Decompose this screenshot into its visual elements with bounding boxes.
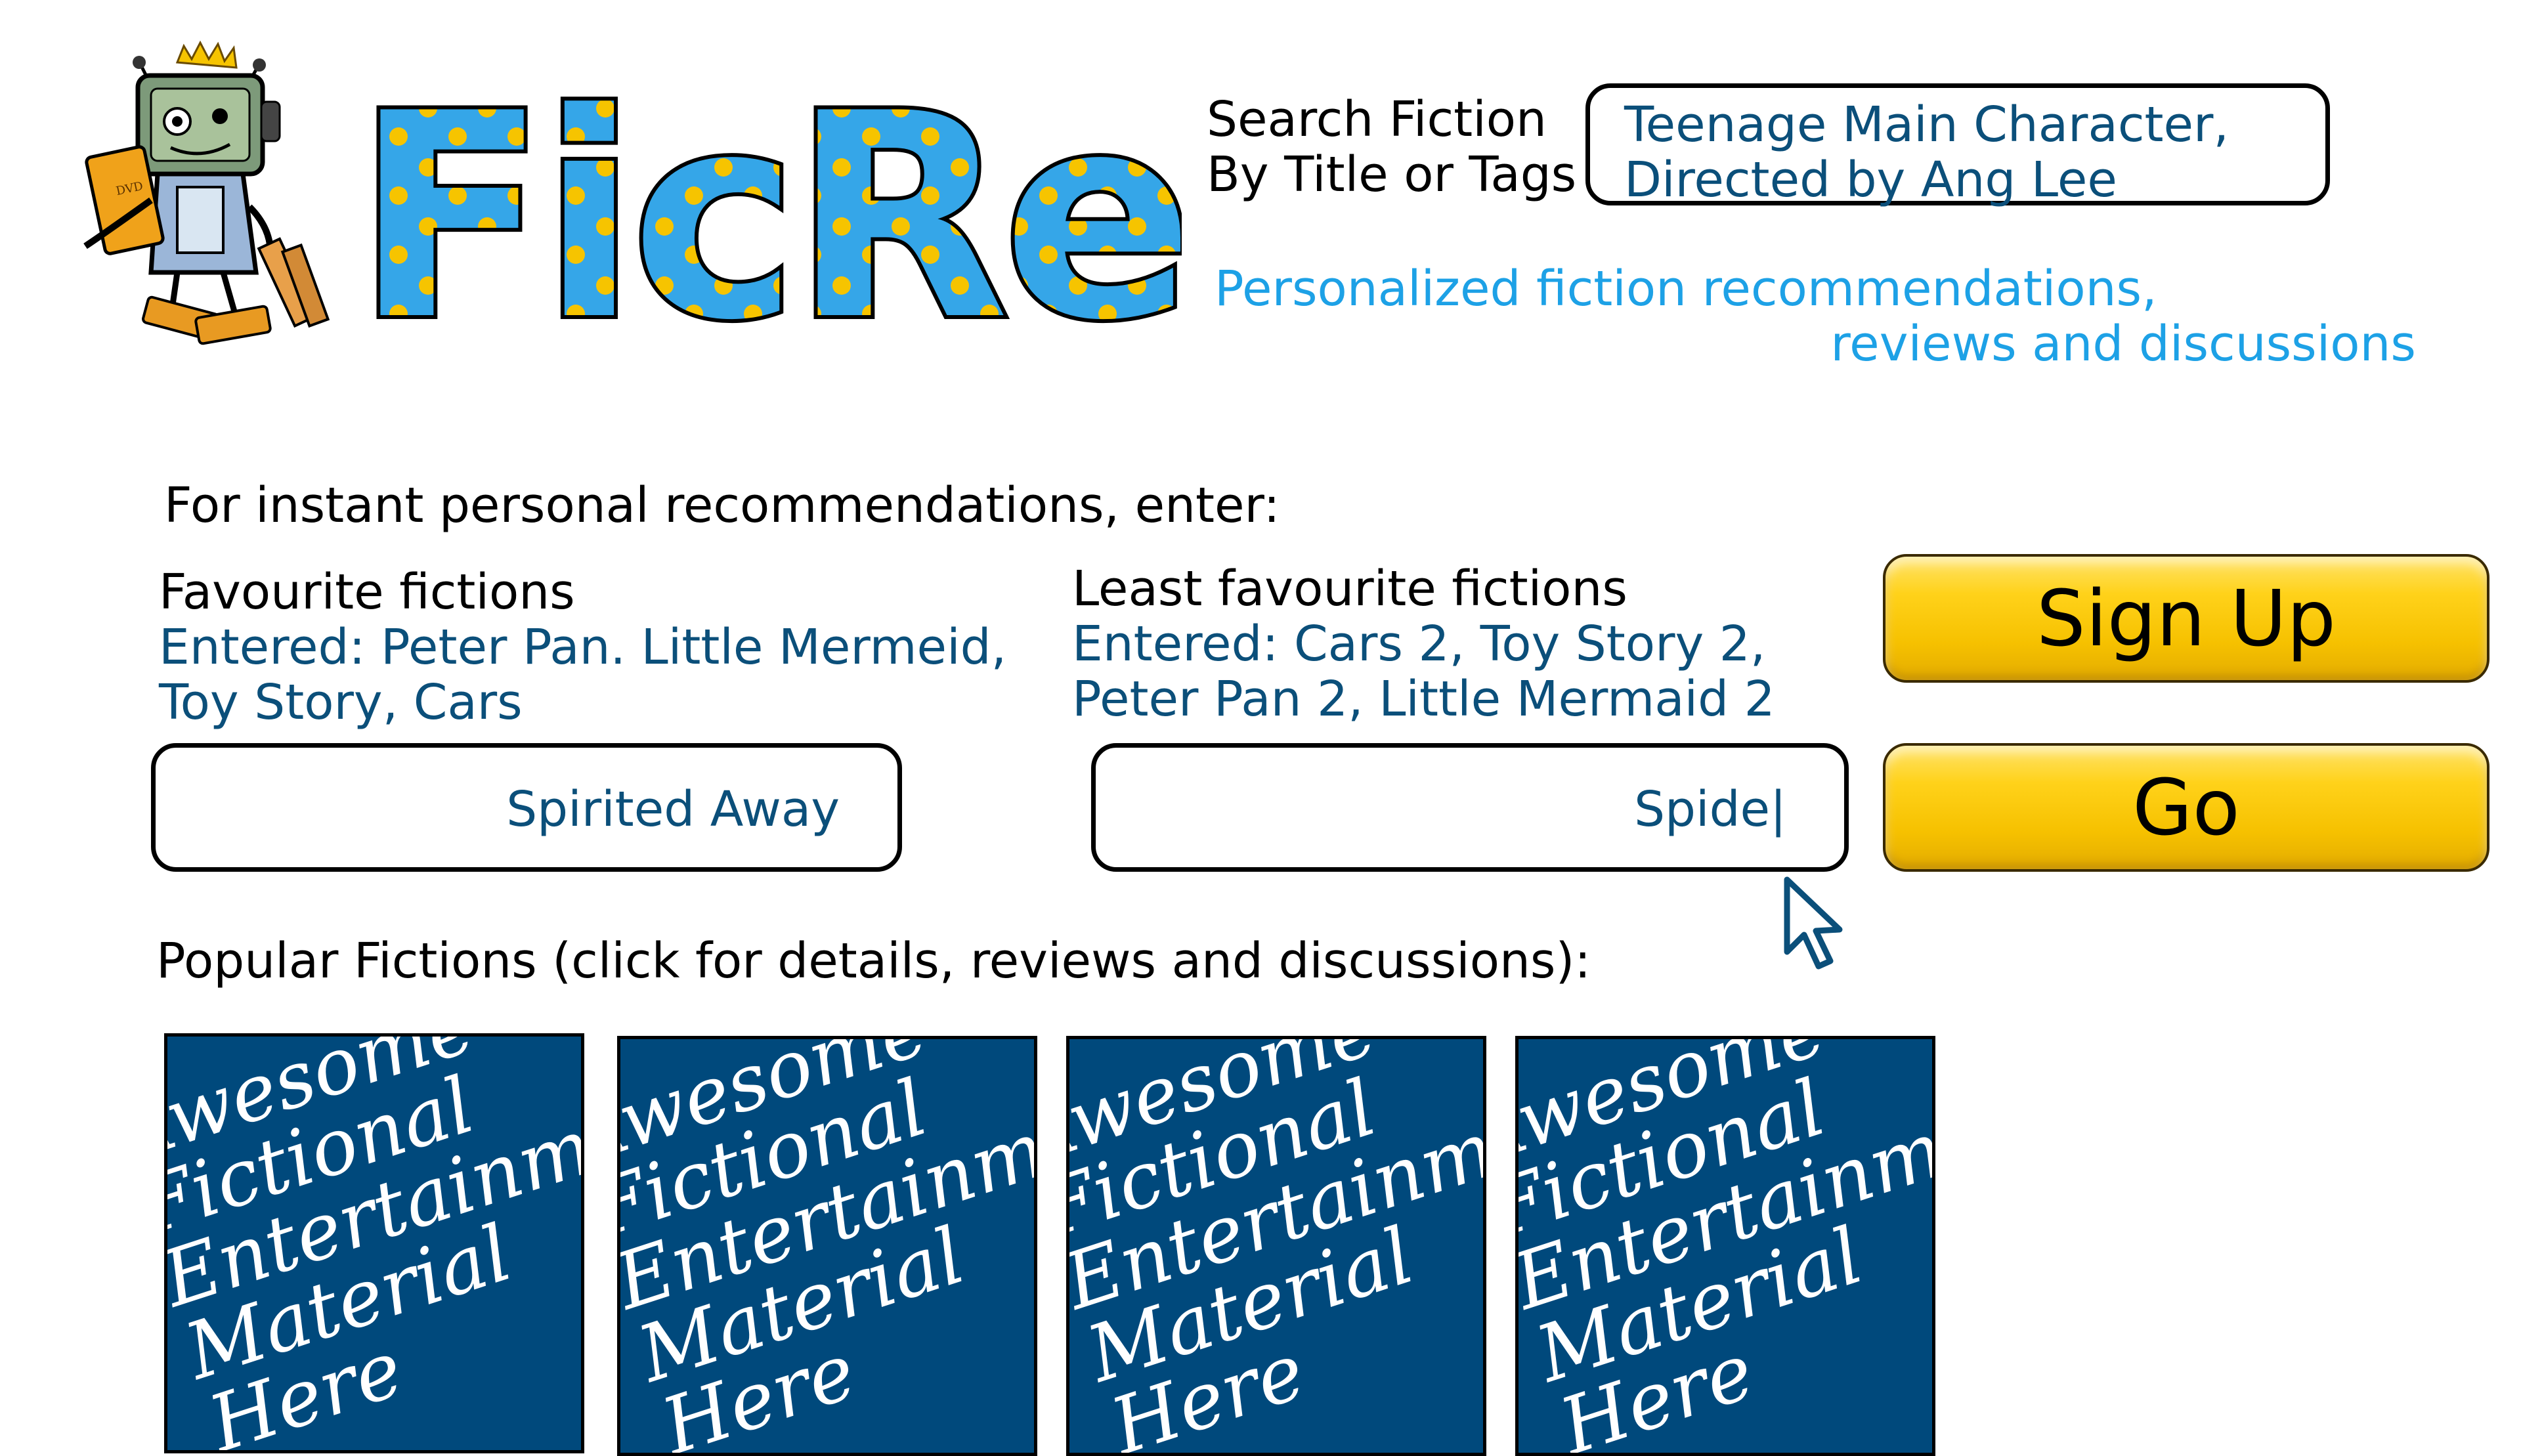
tagline-line-2: reviews and discussions [1830, 316, 2416, 372]
least-favourite-fictions-block: Least favourite fictions Entered: Cars 2… [1072, 561, 1860, 727]
go-button[interactable]: Go [1883, 743, 2489, 872]
popular-fiction-card-2[interactable]: Awesome Fictional Entertainment Material… [617, 1036, 1037, 1456]
sign-up-button-label: Sign Up [2036, 573, 2337, 664]
mouse-cursor-icon [1784, 876, 1843, 970]
least-favourite-entered-list: Entered: Cars 2, Toy Story 2, Peter Pan … [1072, 616, 1775, 727]
least-favourite-input-value: Spide| [1634, 781, 1786, 838]
ficrec-wordmark: FicRec [351, 50, 1359, 386]
favourite-fiction-input[interactable]: Spirited Away [151, 743, 902, 872]
sign-up-button[interactable]: Sign Up [1883, 554, 2489, 683]
least-favourite-fiction-input[interactable]: Spide| [1091, 743, 1849, 872]
popular-fiction-card-3[interactable]: Awesome Fictional Entertainment Material… [1066, 1036, 1486, 1456]
favourite-fictions-title: Favourite fictions [159, 564, 575, 620]
card-placeholder-text: Awesome Fictional Entertainment Material… [164, 1033, 584, 1453]
search-label: Search Fiction By Title or Tags [1207, 91, 1577, 203]
go-button-label: Go [2132, 762, 2240, 853]
card-placeholder-text: Awesome Fictional Entertainment Material… [1515, 1036, 1935, 1456]
wordmark-text: FicRec [355, 54, 1182, 341]
favourite-entered-list: Entered: Peter Pan. Little Mermeid, Toy … [159, 619, 1007, 731]
tagline: Personalized fiction recommendations, re… [1215, 261, 2416, 372]
favourite-fictions-block: Favourite fictions Entered: Peter Pan. L… [159, 565, 1078, 730]
popular-fiction-card-4[interactable]: Awesome Fictional Entertainment Material… [1515, 1036, 1935, 1456]
recommend-intro: For instant personal recommendations, en… [164, 477, 1280, 534]
tagline-line-1: Personalized fiction recommendations, [1215, 261, 2157, 317]
search-input[interactable]: Teenage Main Character, Directed by Ang … [1585, 83, 2330, 208]
search-input-value: Teenage Main Character, Directed by Ang … [1624, 96, 2229, 208]
least-favourite-fictions-title: Least favourite fictions [1072, 561, 1627, 617]
card-placeholder-text: Awesome Fictional Entertainment Material… [1066, 1036, 1486, 1456]
robot-mascot-logo: DVD [83, 40, 330, 345]
popular-fictions-heading: Popular Fictions (click for details, rev… [156, 933, 1591, 989]
ficrec-logo[interactable]: FicRec [351, 33, 1359, 386]
card-placeholder-text: Awesome Fictional Entertainment Material… [617, 1036, 1037, 1456]
popular-fiction-card-1[interactable]: Awesome Fictional Entertainment Material… [164, 1033, 584, 1453]
favourite-input-value: Spirited Away [506, 781, 840, 838]
